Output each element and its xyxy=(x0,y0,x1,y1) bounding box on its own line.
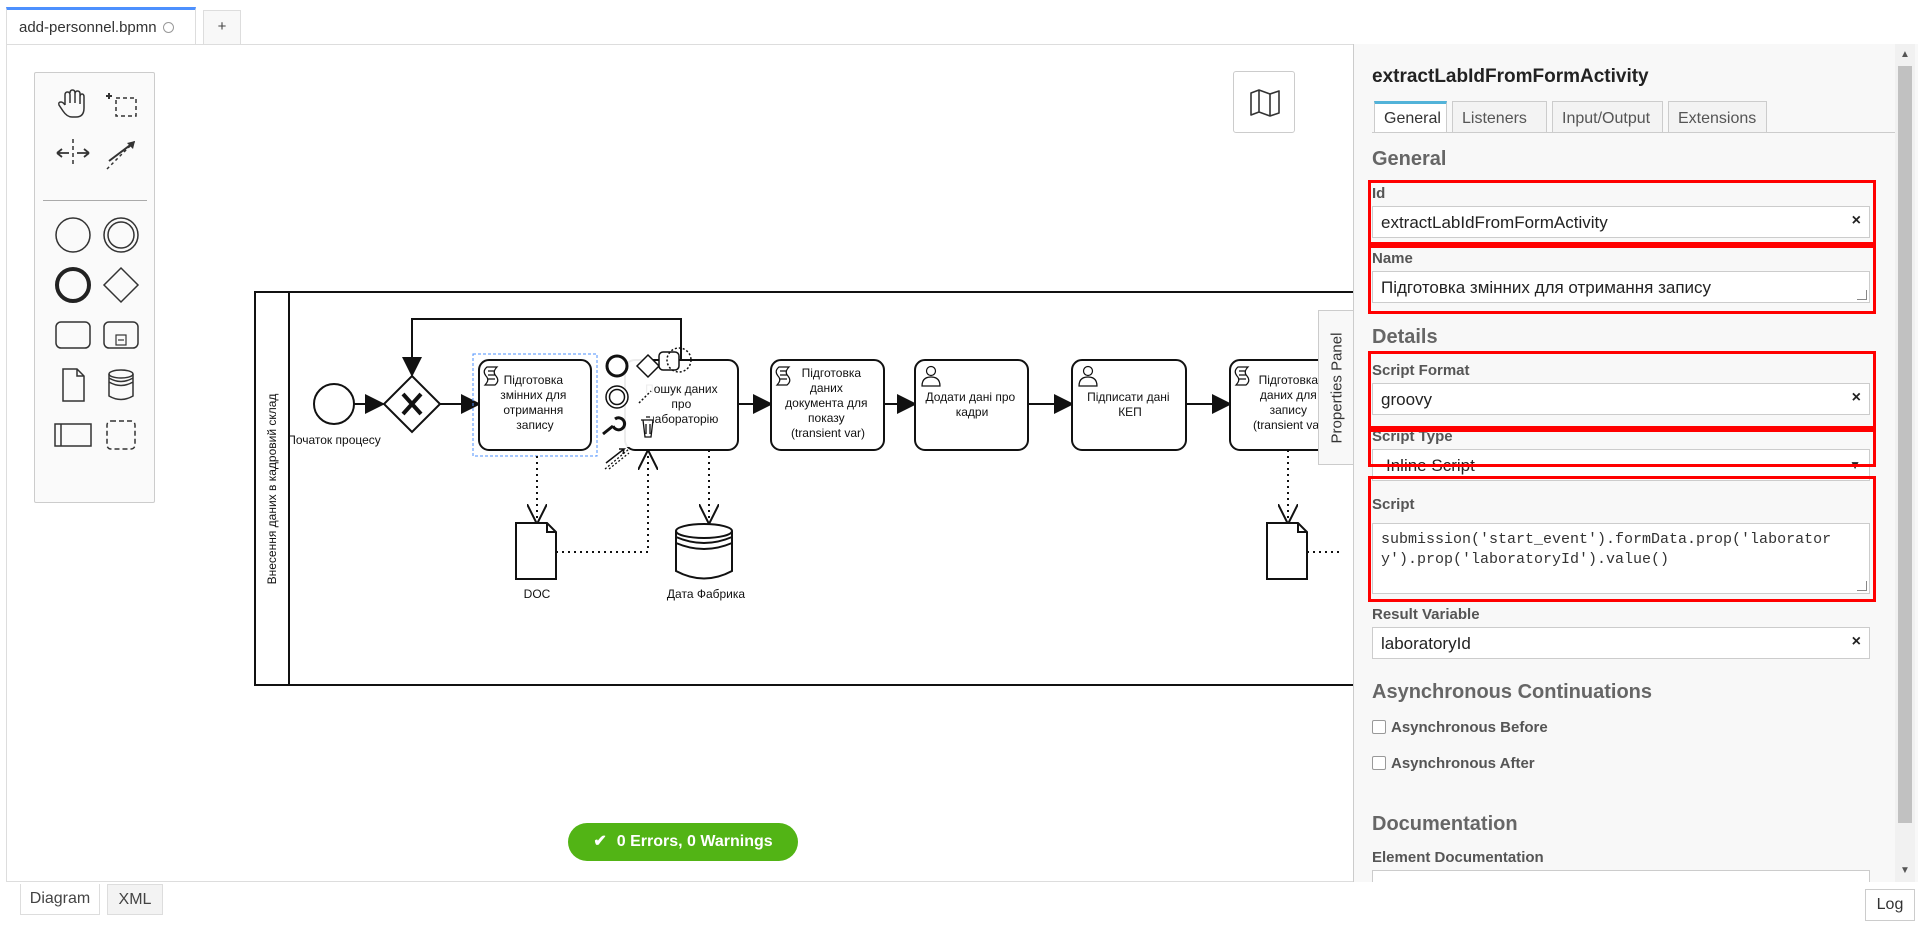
scroll-down-icon[interactable]: ▼ xyxy=(1895,862,1915,880)
highlight-script xyxy=(1368,476,1876,602)
doc-label: DOC xyxy=(524,587,551,601)
pool-shape[interactable] xyxy=(254,291,1353,686)
append-end-event-icon[interactable] xyxy=(605,354,629,378)
checkmark-icon: ✔ xyxy=(593,833,607,850)
section-general: General xyxy=(1372,148,1447,170)
log-button[interactable]: Log xyxy=(1865,889,1915,921)
diagram-canvas[interactable]: Внесення даних в кадровий склад Початок … xyxy=(6,44,1353,882)
scrollbar-thumb[interactable] xyxy=(1898,66,1912,823)
section-details: Details xyxy=(1372,326,1438,348)
add-tab-button[interactable]: + xyxy=(203,10,241,44)
file-tab-label: add-personnel.bpmn xyxy=(19,19,157,36)
scroll-up-icon[interactable]: ▲ xyxy=(1895,46,1915,64)
tab-general[interactable]: General xyxy=(1374,101,1447,133)
properties-panel-toggle-label: Properties Panel xyxy=(1328,332,1345,443)
async-before-checkbox[interactable]: Asynchronous Before xyxy=(1372,719,1548,736)
element-documentation-input[interactable] xyxy=(1372,870,1870,882)
panel-title: extractLabIdFromFormActivity xyxy=(1372,66,1649,87)
result-variable-label: Result Variable xyxy=(1372,606,1480,623)
checkbox-icon[interactable] xyxy=(1372,720,1386,734)
checkbox-icon[interactable] xyxy=(1372,756,1386,770)
doc-data-object[interactable] xyxy=(515,522,557,580)
tab-diagram[interactable]: Diagram xyxy=(20,884,100,915)
tab-extensions[interactable]: Extensions xyxy=(1668,101,1767,133)
highlight-script-format xyxy=(1368,351,1876,429)
start-event[interactable] xyxy=(313,383,355,425)
validation-status-badge[interactable]: ✔ 0 Errors, 0 Warnings xyxy=(568,823,798,861)
bpmn-diagram[interactable]: Внесення даних в кадровий склад Початок … xyxy=(7,45,1353,882)
lane-label: Внесення даних в кадровий склад xyxy=(265,394,279,585)
section-async: Asynchronous Continuations xyxy=(1372,681,1652,703)
element-documentation-label: Element Documentation xyxy=(1372,849,1544,866)
result-variable-input[interactable]: laboratoryId × xyxy=(1372,627,1870,659)
tab-listeners[interactable]: Listeners xyxy=(1452,101,1547,133)
datastore-label: Дата Фабрика xyxy=(667,587,745,601)
properties-panel-toggle[interactable]: Properties Panel xyxy=(1318,310,1354,465)
highlight-name xyxy=(1368,245,1876,314)
tab-input-output[interactable]: Input/Output xyxy=(1552,101,1663,133)
clear-icon[interactable]: × xyxy=(1852,633,1861,651)
start-event-label: Початок процесу xyxy=(287,433,381,447)
tab-xml[interactable]: XML xyxy=(107,884,163,915)
highlight-script-type xyxy=(1368,429,1876,467)
tabs-divider xyxy=(1372,132,1912,133)
highlight-id xyxy=(1368,180,1876,245)
file-tab[interactable]: add-personnel.bpmn xyxy=(6,7,196,45)
data-object-2[interactable] xyxy=(1266,522,1308,580)
async-after-checkbox[interactable]: Asynchronous After xyxy=(1372,755,1535,772)
validation-status-text: 0 Errors, 0 Warnings xyxy=(616,833,773,850)
data-store[interactable] xyxy=(675,523,733,580)
section-documentation: Documentation xyxy=(1372,813,1518,835)
panel-scrollbar[interactable]: ▲ ▼ xyxy=(1895,44,1915,882)
unsaved-indicator-icon xyxy=(162,22,174,33)
properties-panel: extractLabIdFromFormActivity General Lis… xyxy=(1353,44,1918,882)
